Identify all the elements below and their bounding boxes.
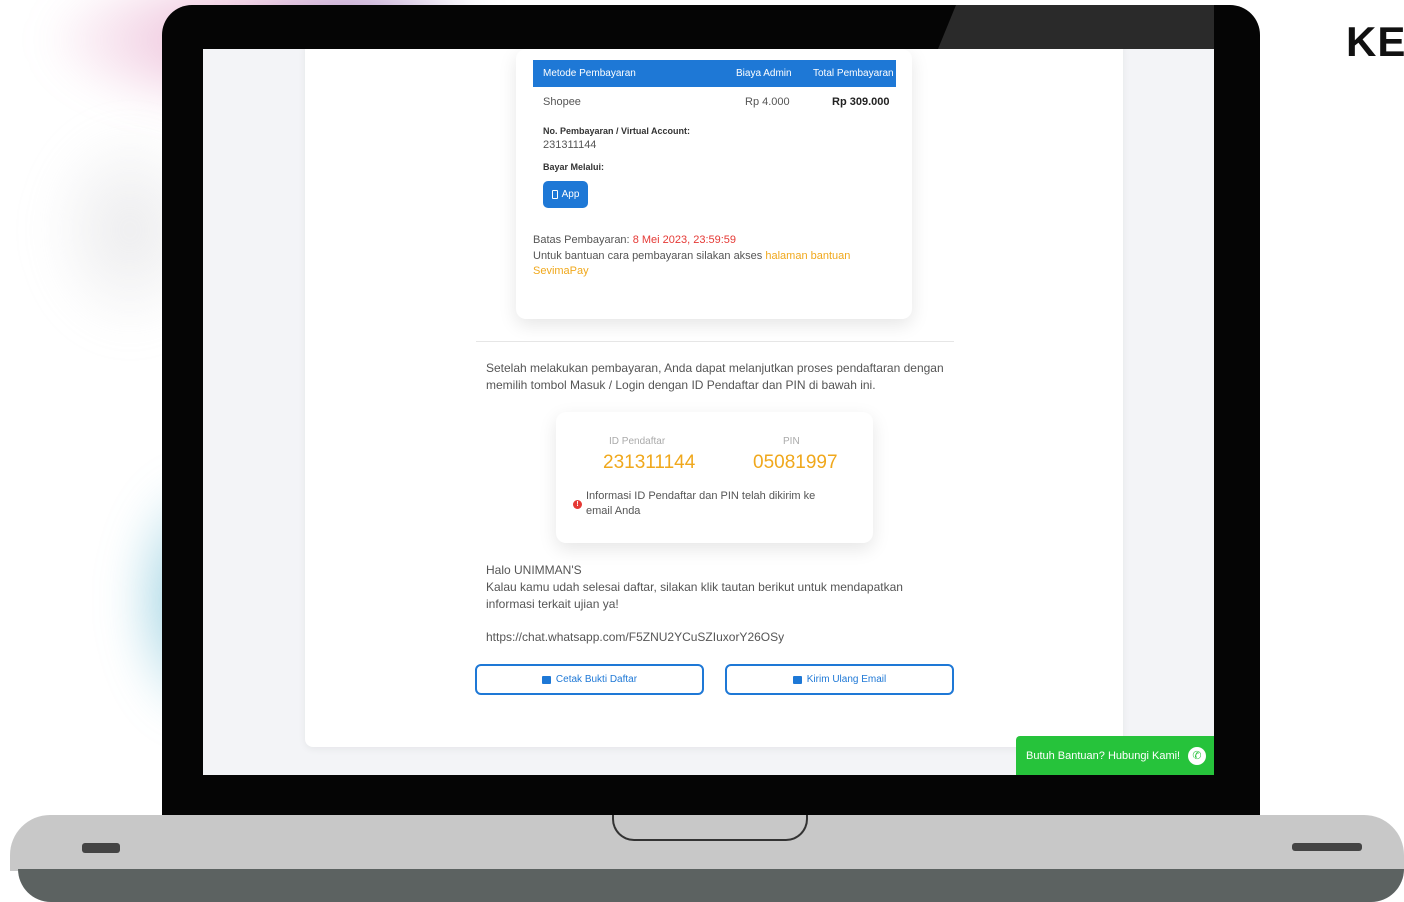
pay-via-label: Bayar Melalui: bbox=[543, 162, 605, 172]
laptop-base-bottom bbox=[18, 869, 1404, 902]
printer-icon bbox=[541, 675, 551, 684]
credentials-box bbox=[556, 412, 873, 543]
payment-method-value: Shopee bbox=[543, 96, 581, 108]
smartphone-icon bbox=[551, 190, 558, 199]
whatsapp-help-button[interactable]: Butuh Bantuan? Hubungi Kami! ✆ bbox=[1016, 736, 1214, 775]
envelope-icon bbox=[792, 675, 802, 684]
help-text: Untuk bantuan cara pembayaran silakan ak… bbox=[533, 249, 863, 279]
resend-email-button[interactable]: Kirim Ulang Email bbox=[725, 664, 954, 695]
credentials-info: Informasi ID Pendaftar dan PIN telah dik… bbox=[586, 490, 816, 517]
whatsapp-group-link[interactable]: https://chat.whatsapp.com/F5ZNU2YCuSZIux… bbox=[486, 629, 946, 646]
header-total: Total Pembayaran bbox=[813, 68, 894, 79]
va-number: 231311144 bbox=[543, 139, 597, 151]
app-button-label: App bbox=[561, 189, 580, 200]
laptop-hinge-notch bbox=[612, 815, 808, 841]
info-icon: ! bbox=[573, 500, 582, 509]
corner-title: KE bbox=[1346, 18, 1404, 65]
total-payment-value: Rp 309.000 bbox=[832, 96, 890, 108]
whatsapp-help-label: Butuh Bantuan? Hubungi Kami! bbox=[1026, 750, 1181, 762]
whatsapp-icon: ✆ bbox=[1188, 747, 1206, 765]
laptop-screen: Metode Pembayaran Biaya Admin Total Pemb… bbox=[203, 49, 1214, 775]
help-text-body: Untuk bantuan cara pembayaran silakan ak… bbox=[533, 250, 763, 262]
header-admin-fee: Biaya Admin bbox=[736, 68, 792, 79]
deadline: Batas Pembayaran: 8 Mei 2023, 23:59:59 bbox=[533, 234, 736, 246]
laptop-port-right bbox=[1292, 843, 1362, 851]
deadline-value: 8 Mei 2023, 23:59:59 bbox=[632, 234, 737, 246]
admin-fee-value: Rp 4.000 bbox=[745, 96, 790, 108]
print-registration-button[interactable]: Cetak Bukti Daftar bbox=[475, 664, 704, 695]
header-method: Metode Pembayaran bbox=[543, 68, 636, 79]
deadline-label: Batas Pembayaran: bbox=[533, 234, 630, 246]
pin-value: 05081997 bbox=[753, 452, 838, 473]
payment-table-header: Metode Pembayaran Biaya Admin Total Pemb… bbox=[533, 60, 896, 87]
instruction-text: Setelah melakukan pembayaran, Anda dapat… bbox=[486, 361, 944, 392]
laptop-lid-gloss bbox=[938, 5, 1214, 49]
app-button[interactable]: App bbox=[543, 181, 588, 208]
greeting-line2: Kalau kamu udah selesai daftar, silakan … bbox=[486, 580, 903, 611]
pin-label: PIN bbox=[783, 436, 800, 447]
id-value: 231311144 bbox=[603, 452, 696, 473]
id-label: ID Pendaftar bbox=[609, 436, 666, 447]
print-button-label: Cetak Bukti Daftar bbox=[555, 674, 638, 685]
resend-button-label: Kirim Ulang Email bbox=[806, 674, 887, 685]
laptop-port-left bbox=[82, 843, 120, 853]
greeting-line1: Halo UNIMMAN'S bbox=[486, 563, 582, 577]
divider bbox=[476, 341, 954, 342]
va-label: No. Pembayaran / Virtual Account: bbox=[543, 126, 691, 136]
